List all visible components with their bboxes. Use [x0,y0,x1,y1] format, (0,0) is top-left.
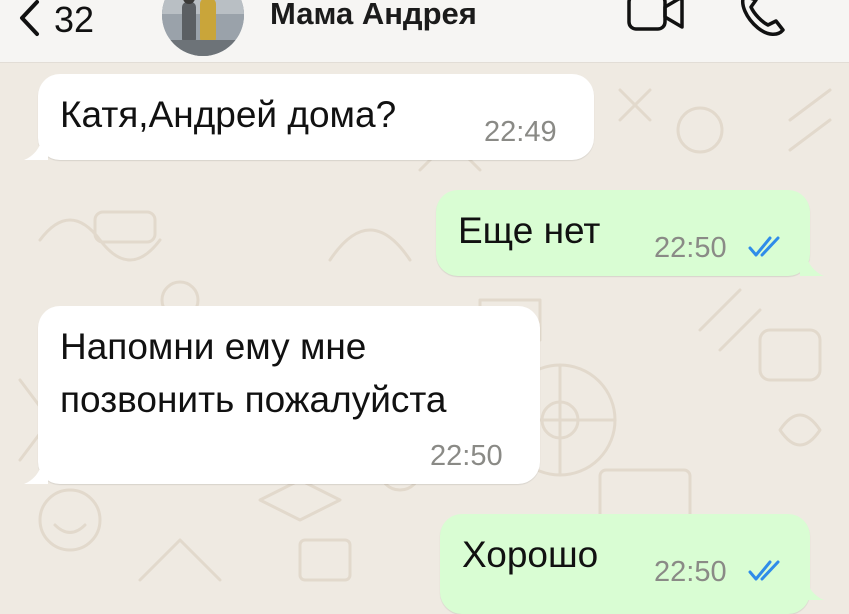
message-text: Хорошо [462,534,599,575]
message-bubble-outgoing[interactable]: Хорошо 22:50 [440,514,824,614]
message-time: 22:50 [654,232,727,264]
message-text-line: позвонить пожалуйста [60,379,447,420]
message-bubble-incoming[interactable]: Катя,Андрей дома? 22:49 [24,74,594,160]
chevron-left-icon [18,0,40,42]
message-time: 22:49 [484,116,557,148]
contact-avatar[interactable] [162,0,244,56]
back-button[interactable]: 32 [18,0,94,40]
phone-icon[interactable] [736,0,788,43]
message-time: 22:50 [430,440,503,472]
video-camera-icon[interactable] [626,0,686,41]
bubble-tail [24,138,48,160]
message-bubble-outgoing[interactable]: Еще нет 22:50 [436,190,824,276]
message-text-line: Напомни ему мне [60,326,367,367]
message-bubble-incoming[interactable]: Напомни ему мне позвонить пожалуйста 22:… [24,306,540,484]
bubble-tail [24,462,48,484]
bubble-tail [800,254,824,276]
chat-header: 32 Мама Андрея [0,0,849,63]
message-text: Катя,Андрей дома? [60,94,397,135]
contact-name[interactable]: Мама Андрея [270,0,477,32]
unread-count: 32 [54,0,95,40]
bubble-tail [800,578,824,600]
message-time: 22:50 [654,556,727,588]
message-text: Еще нет [458,210,601,251]
double-check-icon [748,236,780,257]
double-check-icon [748,560,780,581]
